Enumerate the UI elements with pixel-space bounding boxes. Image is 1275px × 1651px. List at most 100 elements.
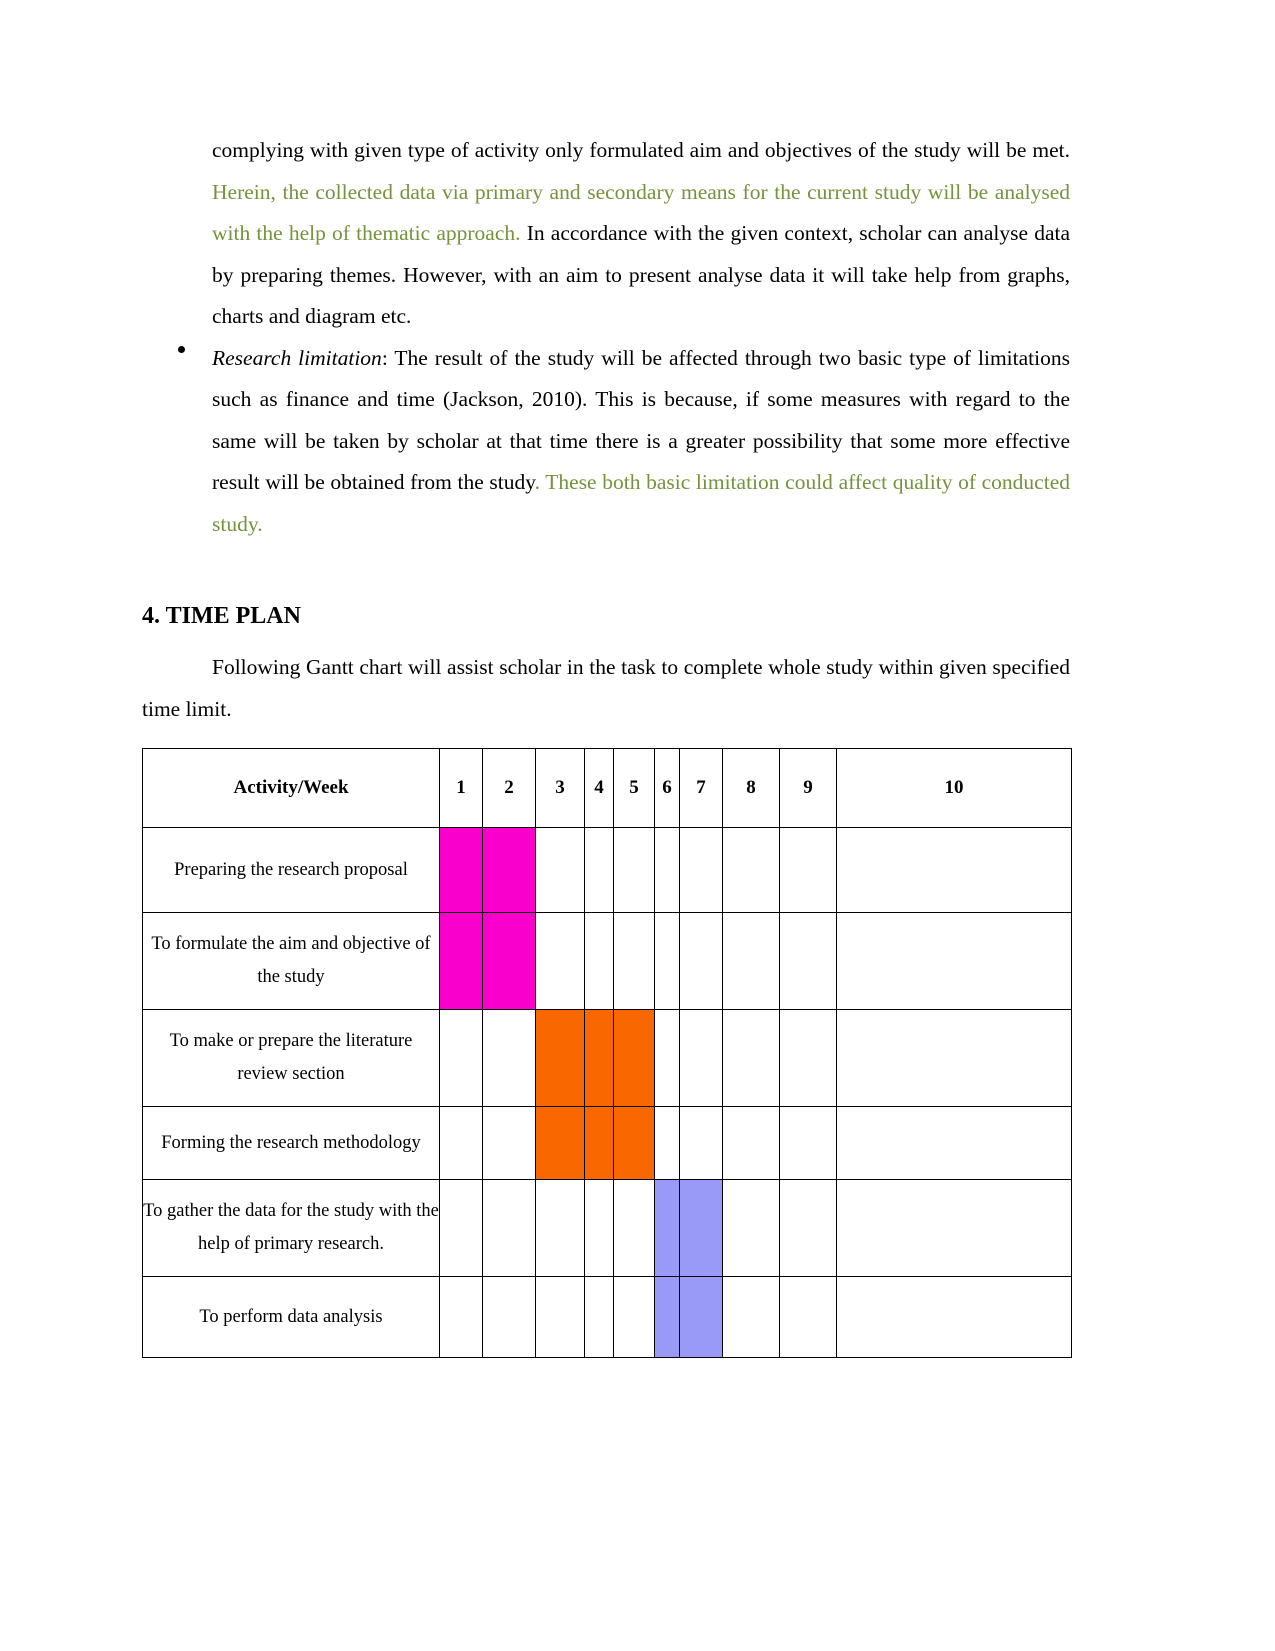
gantt-empty-cell: [439, 1106, 483, 1180]
section-intro-block: Following Gantt chart will assist schola…: [142, 647, 1070, 730]
gantt-empty-cell: [654, 1009, 680, 1107]
gantt-bar-cell: [535, 1009, 585, 1107]
gantt-table-body: Preparing the research proposal To formul…: [142, 827, 1072, 1358]
activity-label: To perform data analysis: [142, 1276, 440, 1358]
paragraph-1-segment-1: complying with given type of activity on…: [212, 138, 1070, 162]
gantt-empty-cell: [779, 1276, 837, 1358]
gantt-empty-cell: [722, 827, 780, 913]
gantt-empty-cell: [613, 827, 655, 913]
gantt-empty-cell: [722, 1276, 780, 1358]
gantt-empty-cell: [722, 912, 780, 1010]
column-header-week-3: 3: [535, 748, 585, 828]
gantt-empty-cell: [439, 1179, 483, 1277]
gantt-empty-cell: [722, 1179, 780, 1277]
gantt-empty-cell: [836, 912, 1072, 1010]
gantt-intro-paragraph: Following Gantt chart will assist schola…: [142, 655, 1070, 721]
gantt-bar-cell: [439, 912, 483, 1010]
column-header-week-8: 8: [722, 748, 780, 828]
gantt-empty-cell: [613, 912, 655, 1010]
paragraph-continuation: complying with given type of activity on…: [212, 130, 1070, 338]
gantt-empty-cell: [836, 827, 1072, 913]
column-header-week-10: 10: [836, 748, 1072, 828]
table-header-row: Activity/Week 1 2 3 4 5 6 7 8 9 10: [142, 748, 1072, 828]
research-limitation-label: Research limitation: [212, 345, 382, 370]
gantt-empty-cell: [779, 827, 837, 913]
gantt-bar-cell: [584, 1009, 614, 1107]
gantt-bar-cell: [613, 1106, 655, 1180]
document-page: complying with given type of activity on…: [0, 0, 1275, 1651]
gantt-empty-cell: [654, 827, 680, 913]
bullet-paragraph: Research limitation: The result of the s…: [212, 338, 1070, 546]
gantt-bar-cell: [535, 1106, 585, 1180]
gantt-empty-cell: [535, 1276, 585, 1358]
gantt-empty-cell: [535, 1179, 585, 1277]
gantt-empty-cell: [439, 1009, 483, 1107]
gantt-empty-cell: [779, 912, 837, 1010]
gantt-empty-cell: [722, 1009, 780, 1107]
gantt-empty-cell: [679, 827, 723, 913]
gantt-empty-cell: [584, 827, 614, 913]
gantt-empty-cell: [654, 1106, 680, 1180]
table-row: Preparing the research proposal: [142, 827, 1072, 913]
gantt-empty-cell: [679, 1009, 723, 1107]
gantt-chart-container: Activity/Week 1 2 3 4 5 6 7 8 9 10 Preparing the r…: [142, 748, 1072, 1358]
gantt-empty-cell: [482, 1106, 536, 1180]
gantt-empty-cell: [779, 1179, 837, 1277]
gantt-empty-cell: [613, 1276, 655, 1358]
activity-label: To make or prepare the literature review…: [142, 1009, 440, 1107]
bullet-list-item: Research limitation: The result of the s…: [142, 338, 1070, 546]
gantt-empty-cell: [482, 1009, 536, 1107]
column-header-week-1: 1: [439, 748, 483, 828]
gantt-empty-cell: [836, 1009, 1072, 1107]
column-header-week-5: 5: [613, 748, 655, 828]
gantt-empty-cell: [779, 1009, 837, 1107]
gantt-table: Activity/Week 1 2 3 4 5 6 7 8 9 10 Preparing the r…: [142, 748, 1072, 1358]
activity-label: Forming the research methodology: [142, 1106, 440, 1180]
table-row: To formulate the aim and objective of th…: [142, 912, 1072, 1010]
gantt-empty-cell: [584, 912, 614, 1010]
page-content: complying with given type of activity on…: [142, 130, 1072, 1358]
gantt-bar-cell: [439, 827, 483, 913]
gantt-bar-cell: [654, 1179, 680, 1277]
gantt-empty-cell: [836, 1276, 1072, 1358]
gantt-bar-cell: [679, 1179, 723, 1277]
gantt-empty-cell: [584, 1179, 614, 1277]
gantt-empty-cell: [679, 1106, 723, 1180]
table-row: Forming the research methodology: [142, 1106, 1072, 1180]
table-row: To perform data analysis: [142, 1276, 1072, 1358]
column-header-week-9: 9: [779, 748, 837, 828]
gantt-empty-cell: [535, 912, 585, 1010]
table-row: To make or prepare the literature review…: [142, 1009, 1072, 1107]
gantt-empty-cell: [654, 912, 680, 1010]
gantt-bar-cell: [654, 1276, 680, 1358]
gantt-empty-cell: [613, 1179, 655, 1277]
column-header-week-2: 2: [482, 748, 536, 828]
column-header-week-6: 6: [654, 748, 680, 828]
gantt-empty-cell: [439, 1276, 483, 1358]
gantt-bar-cell: [482, 827, 536, 913]
gantt-empty-cell: [722, 1106, 780, 1180]
gantt-empty-cell: [482, 1276, 536, 1358]
section-heading-time-plan: 4. TIME PLAN: [142, 603, 301, 629]
gantt-empty-cell: [779, 1106, 837, 1180]
column-header-week-4: 4: [584, 748, 614, 828]
gantt-empty-cell: [482, 1179, 536, 1277]
bullet-1-period: .: [534, 470, 546, 494]
gantt-empty-cell: [679, 912, 723, 1010]
activity-label: To gather the data for the study with th…: [142, 1179, 440, 1277]
table-row: To gather the data for the study with th…: [142, 1179, 1072, 1277]
gantt-bar-cell: [584, 1106, 614, 1180]
activity-label: To formulate the aim and objective of th…: [142, 912, 440, 1010]
section-heading-block: 4. TIME PLAN: [142, 601, 1070, 631]
gantt-bar-cell: [613, 1009, 655, 1107]
gantt-empty-cell: [836, 1179, 1072, 1277]
gantt-empty-cell: [535, 827, 585, 913]
gantt-bar-cell: [679, 1276, 723, 1358]
gantt-table-head: Activity/Week 1 2 3 4 5 6 7 8 9 10: [142, 748, 1072, 828]
gantt-bar-cell: [482, 912, 536, 1010]
column-header-week-7: 7: [679, 748, 723, 828]
gantt-empty-cell: [584, 1276, 614, 1358]
activity-label: Preparing the research proposal: [142, 827, 440, 913]
column-header-activity-week: Activity/Week: [142, 748, 440, 828]
gantt-empty-cell: [836, 1106, 1072, 1180]
